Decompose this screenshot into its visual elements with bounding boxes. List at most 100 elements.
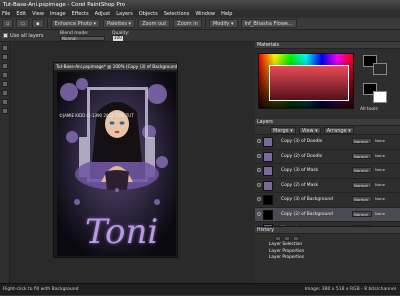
menu-view[interactable]: View	[32, 10, 44, 18]
toolbar-divider	[204, 19, 206, 28]
layer-row[interactable]: Copy (3) of Doodle Normal None	[255, 135, 400, 150]
history-palette: History Layer Selection Layer Properties…	[255, 226, 400, 283]
menu-selections[interactable]: Selections	[164, 10, 190, 18]
visibility-eye-icon[interactable]	[257, 168, 261, 172]
all-tools-checkbox-label[interactable]: All tools	[360, 107, 378, 112]
layers-palette-title: Layers	[255, 119, 400, 126]
history-palette-title: History	[255, 227, 400, 234]
materials-palette-title: Materials	[255, 42, 400, 49]
enhance-photo-button[interactable]: Enhance Photo ▾	[50, 19, 101, 28]
layer-blend-mode[interactable]: Normal	[352, 138, 372, 144]
layer-thumbnail	[263, 137, 273, 147]
materials-palette: All tools	[255, 49, 400, 119]
layer-thumbnail	[263, 151, 273, 162]
layer-thumbnail	[263, 195, 273, 205]
image-window[interactable]: Tut-Base-Ani.pspimage* @ 100% (Copy (3) …	[53, 62, 178, 258]
blend-mode-select[interactable]: Normal	[60, 36, 105, 41]
layer-blend-mode[interactable]: Normal	[352, 181, 372, 188]
layer-row[interactable]: Copy (2) of Mask Normal None	[255, 178, 400, 193]
menu-file[interactable]: File	[2, 10, 10, 18]
pick-tool-icon[interactable]	[2, 54, 8, 60]
tool-options-bar: Use all layers Blend mode: Normal Qualit…	[0, 30, 400, 42]
layer-name: Copy (3) of Background	[281, 197, 333, 202]
status-hint: Right-click to fill with Background	[3, 287, 79, 292]
menu-edit[interactable]: Edit	[16, 10, 26, 18]
menu-objects[interactable]: Objects	[139, 10, 158, 18]
layer-blend-mode[interactable]: Normal	[352, 210, 372, 217]
use-all-layers-checkbox[interactable]	[3, 33, 8, 38]
zoom-out-button[interactable]: Zoom out	[138, 19, 171, 28]
color-picker-square[interactable]	[269, 65, 349, 101]
pan-tool-icon[interactable]	[2, 45, 8, 51]
layer-opacity[interactable]: None	[375, 138, 385, 143]
background-material-swatch[interactable]	[373, 91, 387, 103]
main-toolbar: ▫ ▭ ▪ Enhance Photo ▾ Palettes ▾ Zoom ou…	[0, 18, 400, 30]
view-button[interactable]: View ▾	[298, 126, 321, 134]
menu-window[interactable]: Window	[195, 10, 215, 18]
layer-row[interactable]: Copy (3) of Mask Normal None	[255, 164, 400, 179]
layer-row[interactable]: Copy (2) of Doodle Normal None	[255, 149, 400, 164]
arrange-button[interactable]: Arrange ▾	[323, 126, 354, 134]
selection-tool-icon[interactable]	[2, 63, 8, 69]
image-window-title: Tut-Base-Ani.pspimage* @ 100% (Copy (3) …	[54, 63, 177, 70]
visibility-eye-icon[interactable]	[257, 197, 261, 201]
palettes-button[interactable]: Palettes ▾	[103, 19, 136, 28]
crop-tool-icon[interactable]	[2, 81, 8, 87]
history-item[interactable]: Layer Properties	[255, 255, 400, 262]
tools-toolbar	[0, 42, 10, 283]
file-selector[interactable]: Inf_Bhasha Flowe...	[240, 19, 297, 28]
layer-blend-mode[interactable]: Normal	[352, 196, 372, 202]
layer-opacity[interactable]: None	[375, 153, 385, 158]
fill-tool-icon[interactable]	[2, 99, 8, 105]
layer-thumbnail	[263, 180, 273, 191]
layer-name: Copy (2) of Background	[281, 211, 333, 217]
layer-blend-mode[interactable]: Normal	[352, 152, 372, 159]
name-text: Toni	[85, 212, 159, 252]
history-toolbar	[255, 234, 400, 242]
layer-name: Copy (3) of Doodle	[281, 139, 323, 144]
modify-button[interactable]: Modify ▾	[208, 19, 238, 28]
menu-effects[interactable]: Effects	[72, 10, 89, 18]
app-window: Tut-Base-Ani.pspimage - Corel PaintShop …	[0, 0, 400, 295]
layer-row[interactable]: Copy (3) of Background Normal None	[255, 193, 400, 208]
undo-icon[interactable]	[275, 235, 281, 241]
background-swatch[interactable]	[373, 63, 387, 75]
layer-name: Copy (2) of Doodle	[281, 153, 323, 159]
window-title: Tut-Base-Ani.pspimage - Corel PaintShop …	[0, 0, 400, 10]
visibility-eye-icon[interactable]	[257, 182, 261, 187]
layers-toolbar: Merge ▾ View ▾ Arrange ▾	[255, 126, 400, 135]
layer-opacity[interactable]: None	[375, 167, 385, 172]
quality-input[interactable]: 100	[113, 36, 123, 41]
merge-button[interactable]: Merge ▾	[270, 126, 296, 134]
new-icon[interactable]: ▫	[2, 19, 14, 28]
menu-help[interactable]: Help	[221, 10, 232, 18]
menu-layers[interactable]: Layers	[116, 10, 133, 18]
visibility-eye-icon[interactable]	[257, 211, 261, 216]
paint-brush-tool-icon[interactable]	[2, 90, 8, 96]
text-tool-icon[interactable]	[2, 108, 8, 114]
menu-image[interactable]: Image	[50, 10, 66, 18]
dropper-tool-icon[interactable]	[2, 72, 8, 78]
layer-thumbnail	[263, 166, 273, 176]
visibility-eye-icon[interactable]	[257, 139, 261, 143]
layer-name: Copy (2) of Mask	[281, 182, 319, 188]
image-canvas[interactable]: ©JAMIE KIDD CI-1390 2013 TONI TUT Toni	[57, 72, 176, 256]
workspace: Tut-Base-Ani.pspimage* @ 100% (Copy (3) …	[10, 42, 255, 283]
layer-opacity[interactable]: None	[375, 182, 385, 187]
clear-history-icon[interactable]	[293, 235, 299, 241]
use-all-layers-label: Use all layers	[10, 33, 44, 39]
open-icon[interactable]: ▭	[16, 19, 30, 28]
layer-opacity[interactable]: None	[375, 196, 385, 201]
status-bar: Right-click to fill with Background Imag…	[0, 283, 400, 295]
layer-opacity[interactable]: None	[375, 211, 385, 216]
toolbar-divider	[46, 19, 48, 28]
menu-adjust[interactable]: Adjust	[95, 10, 111, 18]
layer-blend-mode[interactable]: Normal	[352, 167, 372, 173]
layer-row-selected[interactable]: Copy (2) of Background Normal None	[255, 207, 400, 222]
copyright-text: ©JAMIE KIDD CI-1390 2013 TONI TUT	[59, 113, 134, 118]
menu-bar: File Edit View Image Effects Adjust Laye…	[0, 10, 400, 18]
visibility-eye-icon[interactable]	[257, 153, 261, 158]
save-icon[interactable]: ▪	[32, 19, 44, 28]
redo-icon[interactable]	[284, 235, 290, 241]
zoom-in-button[interactable]: Zoom in	[173, 19, 202, 28]
